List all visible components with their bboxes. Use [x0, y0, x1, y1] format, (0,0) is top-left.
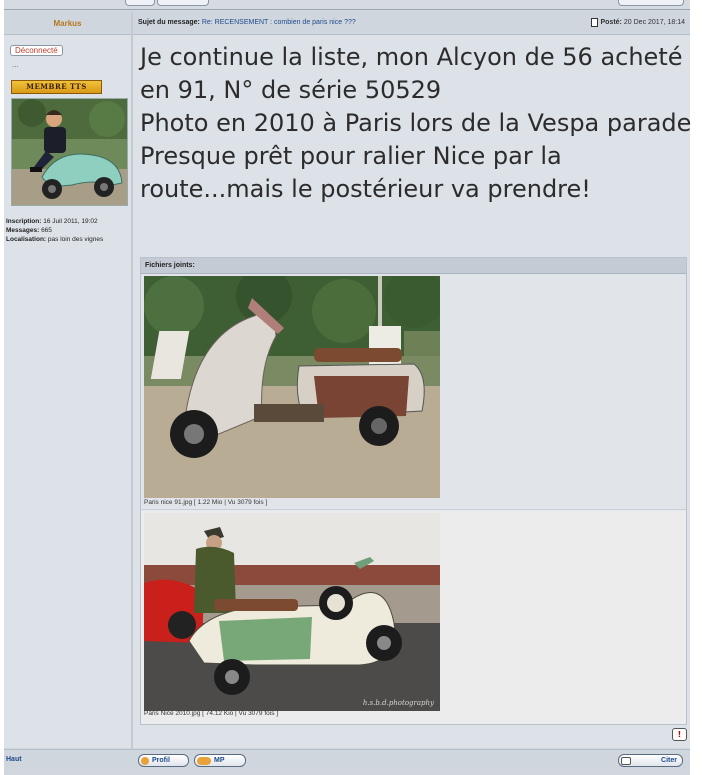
pm-button-label: MP — [214, 757, 225, 764]
subject-link[interactable]: Re: RECENSEMENT : combien de paris nice … — [202, 19, 356, 26]
profile-button-label: Profil — [152, 757, 170, 764]
message-line: en 91, N° de série 50529 — [140, 76, 442, 104]
post-header: Sujet du message: Re: RECENSEMENT : comb… — [133, 12, 690, 35]
prev-pm-button[interactable] — [157, 0, 209, 6]
author-name[interactable]: Markus — [53, 19, 81, 28]
messages-label: Messages: — [6, 227, 40, 234]
rank-banner: MEMBRE TTS — [11, 80, 102, 94]
inscription-value: 16 Juil 2011, 19:02 — [43, 218, 98, 225]
attachments-box: Fichiers joints: Paris nice 91.jpg [1.2… — [140, 257, 687, 725]
posted-label: Posté: — [600, 19, 622, 26]
forum-post: Markus Sujet du message: Re: RECENSEMENT… — [4, 0, 692, 775]
attachment-photo-2[interactable]: h.s.b.d.photography — [144, 513, 440, 711]
attachments-header: Fichiers joints: — [141, 258, 686, 274]
photo-watermark: h.s.b.d.photography — [362, 699, 434, 707]
inscription-row: Inscription: 16 Juil 2011, 19:02 — [6, 217, 103, 226]
back-to-top-link[interactable]: Haut — [6, 756, 22, 763]
posted-date: 20 Dec 2017, 18:14 — [623, 19, 685, 26]
subject-label: Sujet du message: — [138, 19, 200, 26]
doc-icon[interactable] — [591, 18, 599, 27]
message-line: Photo en 2010 à Paris lors de la Vespa p… — [140, 109, 692, 137]
attachment-item: h.s.b.d.photography Paris Nice 2010.jpg … — [141, 511, 686, 724]
quote-icon — [621, 756, 631, 765]
previous-post-footer — [4, 0, 690, 10]
post-subject: Sujet du message: Re: RECENSEMENT : comb… — [138, 19, 356, 26]
post-date: Posté: 20 Dec 2017, 18:14 — [591, 18, 685, 27]
message-line: Presque prêt pour ralier Nice par la — [140, 142, 562, 170]
post-footer: Haut Profil MP Citer — [4, 749, 690, 770]
prev-quote-button[interactable] — [618, 0, 684, 6]
attachment-item: Paris nice 91.jpg [ 1.22 Mio | Vu 3079 f… — [141, 274, 686, 510]
attachment-caption-2: Paris Nice 2010.jpg [ 74.12 Kio | Vu 307… — [144, 710, 279, 717]
quote-button-label: Citer — [661, 757, 677, 764]
post-message: Je continue la liste, mon Alcyon de 56 a… — [140, 41, 692, 206]
author-profile: Déconnecté ... MEMBRE TTS Inscription: 1… — [4, 35, 131, 748]
profile-icon — [141, 756, 149, 765]
pm-button[interactable]: MP — [194, 754, 246, 767]
localisation-row: Localisation: pas loin des vignes — [6, 235, 103, 244]
localisation-value: pas loin des vignes — [47, 236, 104, 243]
status-badge: Déconnecté — [10, 45, 63, 56]
author-header: Markus — [4, 12, 131, 35]
inscription-label: Inscription: — [6, 218, 42, 225]
message-line: Je continue la liste, mon Alcyon de 56 a… — [140, 43, 683, 71]
prev-profile-button[interactable] — [125, 0, 155, 6]
attachment-photo-1[interactable] — [144, 276, 440, 498]
localisation-label: Localisation: — [6, 236, 47, 243]
messages-row: Messages: 665 — [6, 226, 103, 235]
messages-value: 665 — [41, 227, 52, 234]
profile-dots: ... — [12, 61, 19, 69]
quote-button[interactable]: Citer — [618, 754, 683, 767]
avatar — [11, 98, 128, 206]
profile-button[interactable]: Profil — [138, 754, 189, 767]
pm-icon — [197, 756, 211, 765]
profile-stats: Inscription: 16 Juil 2011, 19:02 Message… — [6, 217, 103, 244]
report-icon[interactable]: ! — [672, 728, 687, 741]
attachment-caption-1: Paris nice 91.jpg [ 1.22 Mio | Vu 3079 f… — [144, 499, 268, 506]
message-line: route...mais le postérieur va prendre! — [140, 175, 591, 203]
post-body: Je continue la liste, mon Alcyon de 56 a… — [133, 35, 692, 748]
